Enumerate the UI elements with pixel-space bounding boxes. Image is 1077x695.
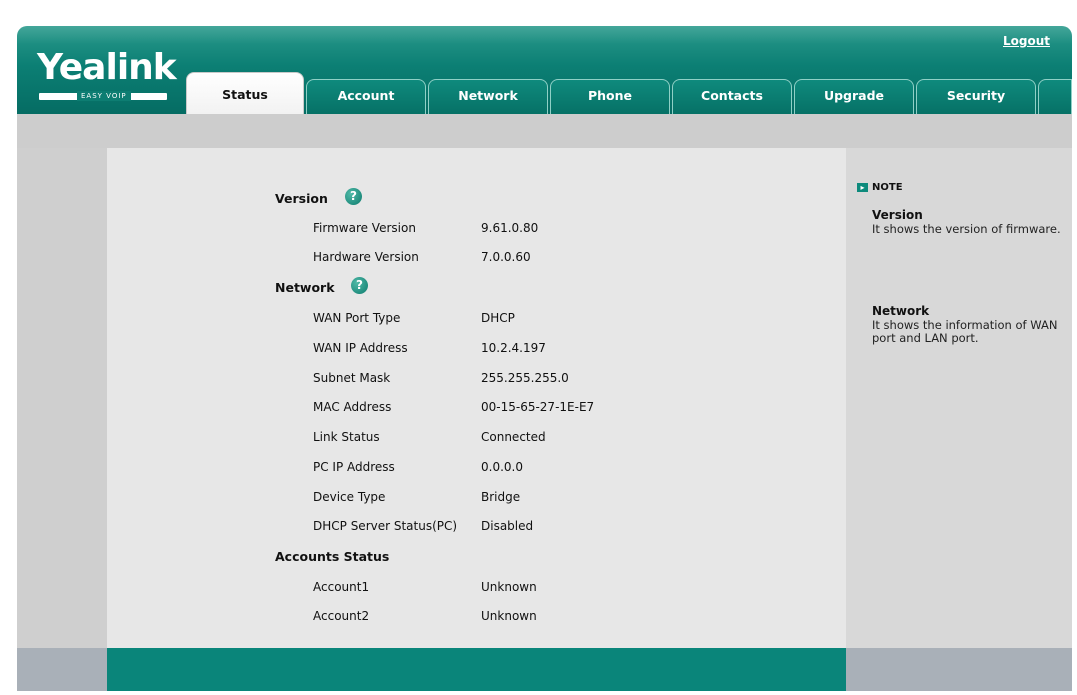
tab-security[interactable]: Security: [916, 79, 1036, 114]
yealink-logo: Yealink EASY VOIP: [37, 46, 187, 106]
logo-tagline: EASY VOIP: [77, 91, 131, 101]
hardware-version-value: 7.0.0.60: [481, 250, 531, 264]
dhcp-server-status-label: DHCP Server Status(PC): [313, 519, 458, 533]
pc-ip-label: PC IP Address: [313, 460, 395, 474]
note-version-text: It shows the version of firmware.: [872, 222, 1061, 236]
tab-upgrade[interactable]: Upgrade: [794, 79, 914, 114]
tab-account[interactable]: Account: [306, 79, 426, 114]
logo-text: Yealink: [37, 47, 177, 88]
firmware-version-value: 9.61.0.80: [481, 221, 539, 235]
firmware-version-label: Firmware Version: [313, 221, 416, 235]
tab-network[interactable]: Network: [428, 79, 548, 114]
footer-bar: [107, 648, 846, 691]
mac-address-value: 00-15-65-27-1E-E7: [481, 400, 595, 414]
footer-left: [17, 648, 107, 691]
header-highlight: [17, 26, 1072, 44]
status-content: Version ? Firmware Version 9.61.0.80 Har…: [107, 148, 846, 648]
note-network-text: It shows the information of WAN port and…: [872, 318, 1058, 345]
subnet-mask-label: Subnet Mask: [313, 371, 391, 385]
wan-ip-value: 10.2.4.197: [481, 341, 546, 355]
tab-phone[interactable]: Phone: [550, 79, 670, 114]
note-version-title: Version: [872, 208, 923, 222]
wan-ip-label: WAN IP Address: [313, 341, 408, 355]
note-heading-text: NOTE: [872, 182, 903, 193]
mac-address-label: MAC Address: [313, 400, 392, 414]
version-help-icon[interactable]: ?: [345, 188, 362, 205]
left-margin: [17, 148, 107, 648]
logout-link[interactable]: Logout: [1003, 34, 1050, 48]
hardware-version-label: Hardware Version: [313, 250, 419, 264]
account2-label: Account2: [313, 609, 370, 623]
subnet-mask-value: 255.255.255.0: [481, 371, 569, 385]
header-band: [17, 114, 1072, 148]
version-title: Version: [275, 191, 328, 206]
note-arrow-icon: ▸: [857, 183, 868, 192]
tab-overflow[interactable]: [1038, 79, 1072, 114]
account1-value: Unknown: [481, 580, 537, 594]
tab-contacts[interactable]: Contacts: [672, 79, 792, 114]
accounts-status-title: Accounts Status: [275, 549, 390, 564]
account2-value: Unknown: [481, 609, 537, 623]
browser-page: Yealink EASY VOIP Logout Status Account …: [0, 0, 1077, 695]
device-type-value: Bridge: [481, 490, 521, 504]
network-title: Network: [275, 280, 335, 295]
tab-status[interactable]: Status: [186, 72, 304, 114]
link-status-value: Connected: [481, 430, 546, 444]
link-status-label: Link Status: [313, 430, 380, 444]
note-heading: ▸ NOTE: [857, 182, 903, 193]
network-help-icon[interactable]: ?: [351, 277, 368, 294]
wan-port-type-label: WAN Port Type: [313, 311, 401, 325]
note-network-title: Network: [872, 304, 930, 318]
account1-label: Account1: [313, 580, 370, 594]
device-type-label: Device Type: [313, 490, 386, 504]
pc-ip-value: 0.0.0.0: [481, 460, 523, 474]
footer-right: [846, 648, 1072, 691]
wan-port-type-value: DHCP: [481, 311, 515, 325]
dhcp-server-status-value: Disabled: [481, 519, 534, 533]
